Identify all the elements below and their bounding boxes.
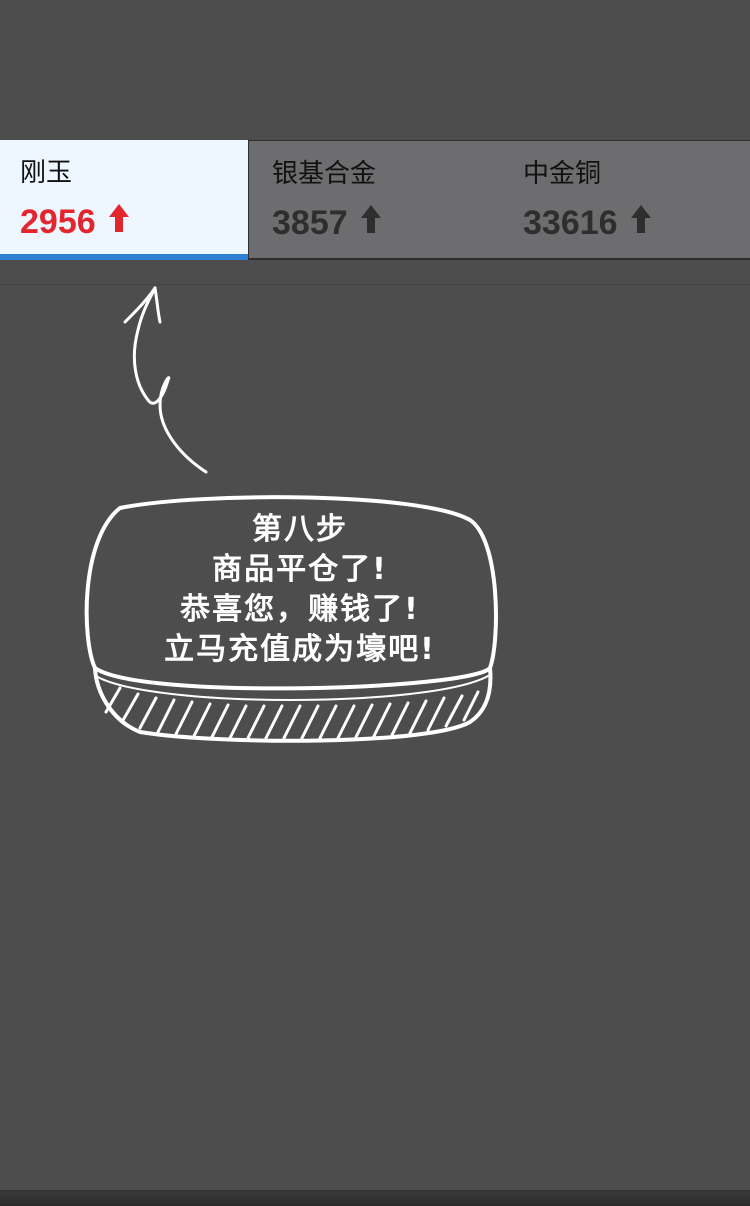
ticker-tab-gangyu[interactable]: 刚玉 2956 bbox=[0, 140, 248, 260]
tutorial-line: 立马充值成为壕吧! bbox=[164, 632, 436, 667]
bottom-edge bbox=[0, 1190, 750, 1206]
ticker-group-inactive: 银基合金 3857 中金铜 33616 bbox=[248, 140, 750, 260]
bubble-hatching bbox=[104, 686, 480, 740]
tutorial-text: 第八步 商品平仓了! 恭喜您，赚钱了! 立马充值成为壕吧! bbox=[100, 510, 500, 670]
ticker-name: 银基合金 bbox=[272, 159, 377, 189]
tutorial-line: 恭喜您，赚钱了! bbox=[180, 592, 420, 627]
ticker-bar: 刚玉 2956 银基合金 3857 中金铜 33616 bbox=[0, 140, 750, 260]
ticker-tab-silver-alloy[interactable]: 银基合金 3857 bbox=[252, 141, 502, 261]
ticker-price-value: 2956 bbox=[20, 203, 96, 241]
tutorial-step-title: 第八步 bbox=[252, 512, 348, 547]
ticker-price: 2956 bbox=[20, 202, 130, 242]
ticker-name: 刚玉 bbox=[20, 158, 73, 188]
ticker-price-value: 33616 bbox=[523, 204, 618, 242]
arrow-up-icon bbox=[108, 202, 130, 242]
ticker-price-value: 3857 bbox=[272, 204, 348, 242]
ticker-name: 中金铜 bbox=[523, 159, 602, 189]
ticker-tab-zhongjin-copper[interactable]: 中金铜 33616 bbox=[503, 141, 750, 261]
hand-drawn-arrow-icon bbox=[123, 286, 208, 474]
arrow-up-icon bbox=[360, 203, 382, 243]
tutorial-line: 商品平仓了! bbox=[212, 552, 388, 587]
arrow-up-icon bbox=[630, 203, 652, 243]
ticker-price: 33616 bbox=[523, 203, 652, 243]
ticker-price: 3857 bbox=[272, 203, 382, 243]
